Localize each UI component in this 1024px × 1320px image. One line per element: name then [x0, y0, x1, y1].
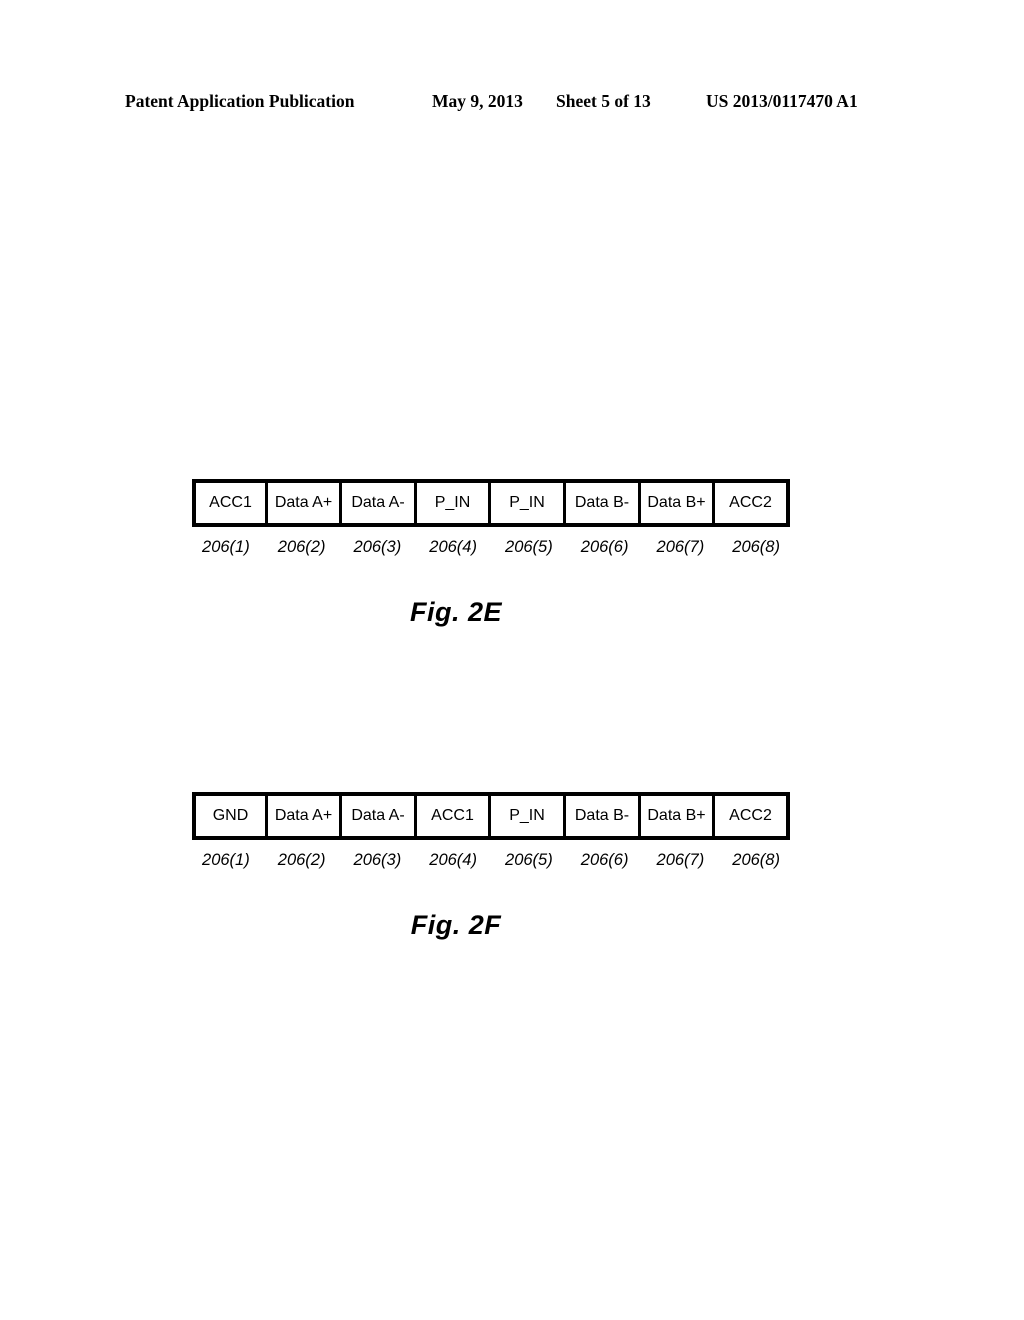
- connector-pinout-table-2e: ACC1 Data A+ Data A- P_IN P_IN Data B- D…: [192, 479, 790, 527]
- pin-cell: Data A-: [342, 796, 417, 836]
- reference-numeral: 206(7): [656, 538, 705, 556]
- pin-cell: Data A-: [342, 483, 417, 523]
- reference-numeral: 206(6): [580, 538, 629, 556]
- page-header: Patent Application Publication May 9, 20…: [0, 88, 1024, 114]
- reference-numeral: 206(1): [202, 538, 250, 556]
- reference-numeral-row-2f: 206(1) 206(2) 206(3) 206(4) 206(5) 206(6…: [188, 848, 794, 872]
- header-sheet-number: Sheet 5 of 13: [556, 91, 651, 111]
- pin-cell: Data A+: [268, 483, 342, 523]
- header-patent-number: US 2013/0117470 A1: [706, 91, 858, 111]
- pin-cell: P_IN: [417, 483, 491, 523]
- reference-numeral: 206(5): [505, 538, 553, 556]
- reference-numeral: 206(2): [277, 851, 326, 869]
- reference-numeral: 206(8): [732, 538, 780, 556]
- reference-numeral: 206(7): [656, 851, 705, 869]
- header-publication-title: Patent Application Publication: [125, 91, 355, 111]
- reference-numeral: 206(5): [505, 851, 553, 869]
- pin-cell: ACC2: [715, 796, 786, 836]
- pin-cell: Data B-: [566, 796, 641, 836]
- figure-caption-2e: Fig. 2E: [409, 597, 502, 627]
- reference-numeral: 206(1): [202, 851, 250, 869]
- pin-cell: P_IN: [491, 796, 566, 836]
- reference-numeral: 206(4): [429, 851, 477, 869]
- reference-numeral: 206(8): [732, 851, 780, 869]
- pin-cell: Data B+: [641, 483, 715, 523]
- figure-caption-2f: Fig. 2F: [410, 910, 502, 940]
- pin-cell: Data B-: [566, 483, 641, 523]
- header-publication-date: May 9, 2013: [432, 91, 523, 111]
- pin-cell: ACC1: [196, 483, 268, 523]
- pin-cell: Data B+: [641, 796, 715, 836]
- pin-cell: ACC2: [715, 483, 786, 523]
- reference-numeral: 206(4): [429, 538, 477, 556]
- pin-cell: ACC1: [417, 796, 491, 836]
- pin-cell: Data A+: [268, 796, 342, 836]
- reference-numeral: 206(6): [580, 851, 629, 869]
- reference-numeral: 206(3): [353, 538, 402, 556]
- reference-numeral: 206(2): [277, 538, 326, 556]
- pin-cell: P_IN: [491, 483, 566, 523]
- pin-cell: GND: [196, 796, 268, 836]
- reference-numeral: 206(3): [353, 851, 402, 869]
- reference-numeral-row-2e: 206(1) 206(2) 206(3) 206(4) 206(5) 206(6…: [188, 535, 794, 559]
- connector-pinout-table-2f: GND Data A+ Data A- ACC1 P_IN Data B- Da…: [192, 792, 790, 840]
